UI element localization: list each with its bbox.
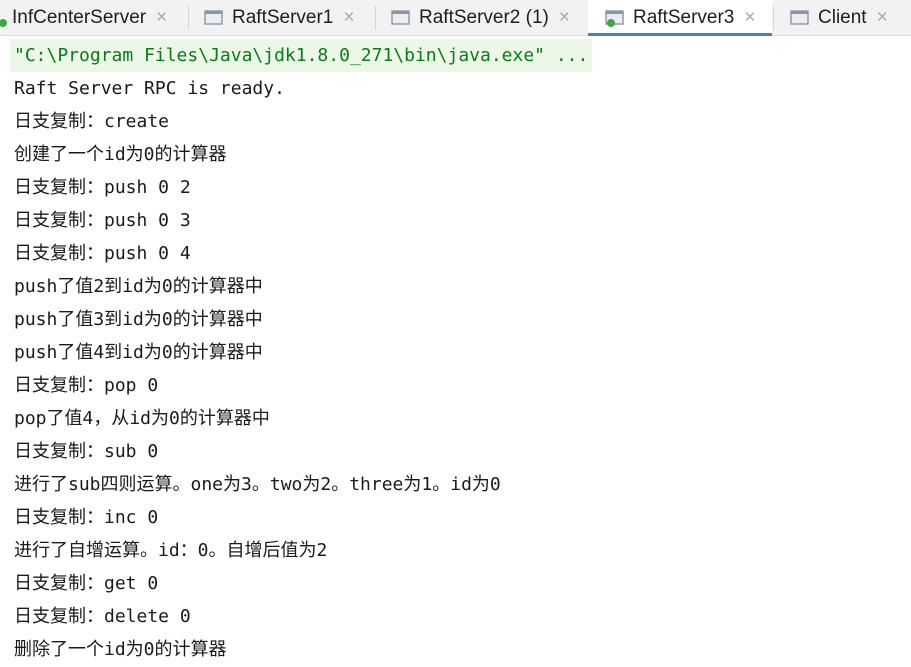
tab-label: RaftServer1 — [232, 6, 334, 28]
tab-raftserver3[interactable]: RaftServer3 × — [588, 0, 772, 36]
tab-infcenterserver[interactable]: InfCenterServer × — [0, 0, 188, 35]
close-icon[interactable]: × — [156, 8, 167, 27]
console-line: 进行了sub四则运算。one为3。two为2。three为1。id为0 — [14, 474, 501, 495]
console-line: push了值3到id为0的计算器中 — [14, 309, 263, 330]
console-line: 日支复制：get 0 — [14, 573, 159, 594]
tab-label: RaftServer2 (1) — [419, 6, 549, 28]
tab-raftserver1[interactable]: RaftServer1 × — [204, 0, 374, 35]
console-line: 日支复制：create — [14, 111, 170, 132]
close-icon[interactable]: × — [559, 8, 570, 27]
close-icon[interactable]: × — [877, 8, 888, 27]
tab-label: RaftServer3 — [633, 6, 735, 28]
tab-separator — [773, 6, 774, 30]
console-line: 删除了一个id为0的计算器 — [14, 639, 227, 660]
run-config-icon — [790, 9, 810, 27]
close-icon[interactable]: × — [343, 8, 354, 27]
console-line: 日支复制：push 0 3 — [14, 210, 191, 231]
console-line: 日支复制：push 0 4 — [14, 243, 191, 264]
console-line: 日支复制：push 0 2 — [14, 177, 191, 198]
tab-client[interactable]: Client × — [790, 0, 911, 35]
run-tab-bar: InfCenterServer × RaftServer1 × RaftServ… — [0, 0, 911, 36]
console-line: 日支复制：pop 0 — [14, 375, 159, 396]
tab-raftserver2[interactable]: RaftServer2 (1) × — [391, 0, 591, 35]
tab-label: InfCenterServer — [12, 6, 147, 28]
console-line: 日支复制：delete 0 — [14, 606, 191, 627]
console-output[interactable]: "C:\Program Files\Java\jdk1.8.0_271\bin\… — [0, 36, 911, 667]
run-config-running-icon — [605, 9, 625, 27]
console-line: Raft Server RPC is ready. — [14, 78, 285, 99]
console-line: 进行了自增运算。id：0。自增后值为2 — [14, 540, 328, 561]
console-line: 创建了一个id为0的计算器 — [14, 144, 227, 165]
console-command-line: "C:\Program Files\Java\jdk1.8.0_271\bin\… — [10, 39, 593, 72]
run-config-running-icon — [0, 9, 8, 27]
tab-separator — [375, 6, 376, 30]
console-line: 日支复制：sub 0 — [14, 441, 159, 462]
console-line: push了值4到id为0的计算器中 — [14, 342, 263, 363]
close-icon[interactable]: × — [744, 8, 755, 27]
tab-label: Client — [818, 6, 867, 28]
console-line: 日支复制：inc 0 — [14, 507, 159, 528]
tab-separator — [188, 6, 189, 30]
run-config-icon — [204, 9, 224, 27]
console-line: push了值2到id为0的计算器中 — [14, 276, 263, 297]
run-config-icon — [391, 9, 411, 27]
console-line: pop了值4，从id为0的计算器中 — [14, 408, 270, 429]
